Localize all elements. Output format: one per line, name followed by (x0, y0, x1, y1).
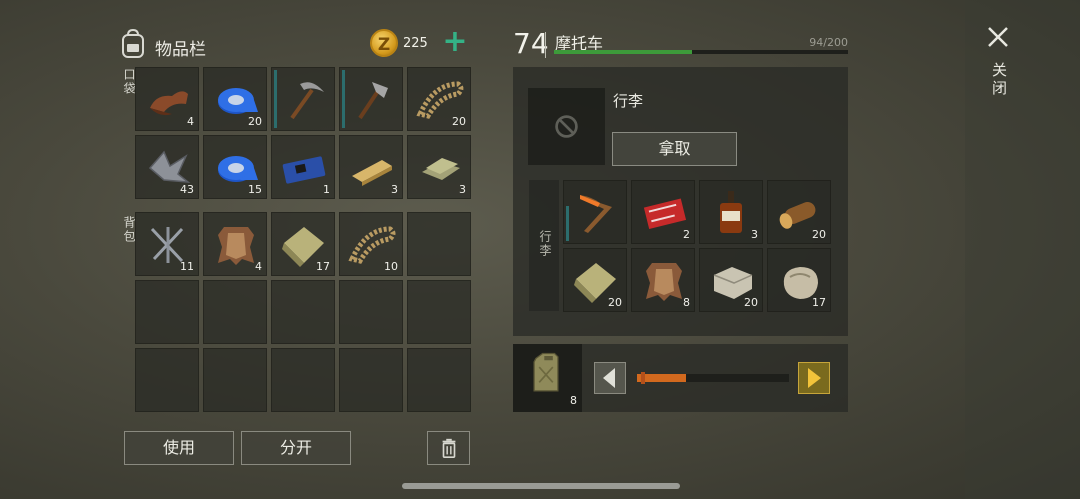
empty-slot[interactable] (407, 212, 471, 276)
hockey-stick-icon (580, 195, 612, 233)
backpack-grid: 11 4 17 10 (135, 212, 471, 412)
inventory-slot[interactable] (339, 67, 403, 131)
inventory-slot[interactable] (271, 67, 335, 131)
backpack-icon (122, 28, 144, 58)
trash-icon (442, 438, 455, 458)
inventory-slot[interactable]: 4 (203, 212, 267, 276)
arrow-right-icon (808, 368, 821, 388)
item-count: 20 (608, 296, 622, 309)
empty-slot[interactable] (135, 348, 199, 412)
empty-slot[interactable] (203, 348, 267, 412)
empty-slot[interactable] (339, 280, 403, 344)
fuel-decrease-button[interactable] (594, 362, 626, 394)
close-label[interactable]: 关闭 (989, 62, 1010, 98)
inventory-slot[interactable]: 8 (631, 248, 695, 312)
item-count: 3 (391, 183, 398, 196)
durability-bar (342, 70, 345, 128)
add-coins-button[interactable]: + (442, 27, 468, 58)
inventory-header: 物品栏 Z 225 + (117, 27, 477, 64)
split-button[interactable]: 分开 (241, 431, 351, 465)
header-divider (545, 32, 546, 58)
luggage-side-label: 行李 (538, 230, 552, 258)
empty-slot[interactable] (339, 348, 403, 412)
item-count: 20 (452, 115, 466, 128)
fuel-count: 8 (570, 394, 577, 407)
item-count: 4 (187, 115, 194, 128)
inventory-slot[interactable]: 1 (271, 135, 335, 199)
hatchet-icon (358, 82, 388, 120)
inventory-slot[interactable]: 3 (407, 135, 471, 199)
inventory-slot[interactable] (563, 180, 627, 244)
fuel-increase-button[interactable] (798, 362, 830, 394)
item-count: 4 (255, 260, 262, 273)
pickaxe-icon (290, 82, 324, 120)
pockets-grid: 4 20 20 43 15 1 3 3 (135, 67, 471, 199)
vehicle-level: 74 (513, 27, 549, 60)
inventory-slot[interactable]: 20 (767, 180, 831, 244)
fuel-slider-handle[interactable] (641, 372, 645, 384)
coin-icon: Z (370, 29, 398, 57)
vehicle-capacity: 94/200 (809, 36, 848, 49)
item-count: 20 (248, 115, 262, 128)
item-count: 43 (180, 183, 194, 196)
capacity-bar-fill (554, 50, 693, 54)
item-count: 20 (812, 228, 826, 241)
jerrycan-icon (533, 352, 559, 392)
item-count: 1 (323, 183, 330, 196)
arrow-left-icon (603, 368, 615, 388)
fuel-slider[interactable] (637, 372, 789, 384)
close-icon[interactable] (986, 25, 1010, 49)
inventory-slot[interactable]: 3 (339, 135, 403, 199)
empty-slot[interactable] (271, 348, 335, 412)
fuel-slot[interactable]: 8 (513, 344, 582, 412)
use-button[interactable]: 使用 (124, 431, 234, 465)
inventory-slot[interactable]: 3 (699, 180, 763, 244)
empty-slot[interactable] (407, 348, 471, 412)
vehicle-slot[interactable] (528, 88, 605, 165)
inventory-slot[interactable]: 20 (563, 248, 627, 312)
item-count: 2 (683, 228, 690, 241)
take-button[interactable]: 拿取 (612, 132, 737, 166)
empty-slot-icon (555, 115, 578, 138)
inventory-slot[interactable]: 17 (767, 248, 831, 312)
item-count: 11 (180, 260, 194, 273)
inventory-slot[interactable]: 20 (203, 67, 267, 131)
inventory-title: 物品栏 (155, 40, 206, 60)
item-count: 10 (384, 260, 398, 273)
home-indicator[interactable] (402, 483, 680, 489)
inventory-slot[interactable]: 15 (203, 135, 267, 199)
inventory-slot[interactable]: 20 (699, 248, 763, 312)
durability-bar (274, 70, 277, 128)
inventory-slot[interactable]: 2 (631, 180, 695, 244)
luggage-label-box: 行李 (529, 180, 559, 311)
inventory-slot[interactable]: 43 (135, 135, 199, 199)
inventory-slot[interactable]: 17 (271, 212, 335, 276)
luggage-grid: 2 3 20 20 8 20 17 (563, 180, 831, 312)
item-count: 17 (812, 296, 826, 309)
coin-count: 225 (403, 36, 428, 51)
durability-bar (566, 206, 569, 241)
inventory-slot[interactable]: 4 (135, 67, 199, 131)
luggage-title: 行李 (613, 92, 644, 110)
empty-slot[interactable] (135, 280, 199, 344)
trash-button[interactable] (427, 431, 470, 465)
item-count: 3 (459, 183, 466, 196)
empty-slot[interactable] (203, 280, 267, 344)
inventory-slot[interactable]: 20 (407, 67, 471, 131)
empty-slot[interactable] (271, 280, 335, 344)
empty-slot[interactable] (407, 280, 471, 344)
item-count: 3 (751, 228, 758, 241)
item-count: 15 (248, 183, 262, 196)
capacity-bar (554, 50, 848, 54)
item-count: 20 (744, 296, 758, 309)
item-count: 8 (683, 296, 690, 309)
inventory-slot[interactable]: 10 (339, 212, 403, 276)
item-count: 17 (316, 260, 330, 273)
right-strip (965, 0, 1080, 499)
inventory-slot[interactable]: 11 (135, 212, 199, 276)
